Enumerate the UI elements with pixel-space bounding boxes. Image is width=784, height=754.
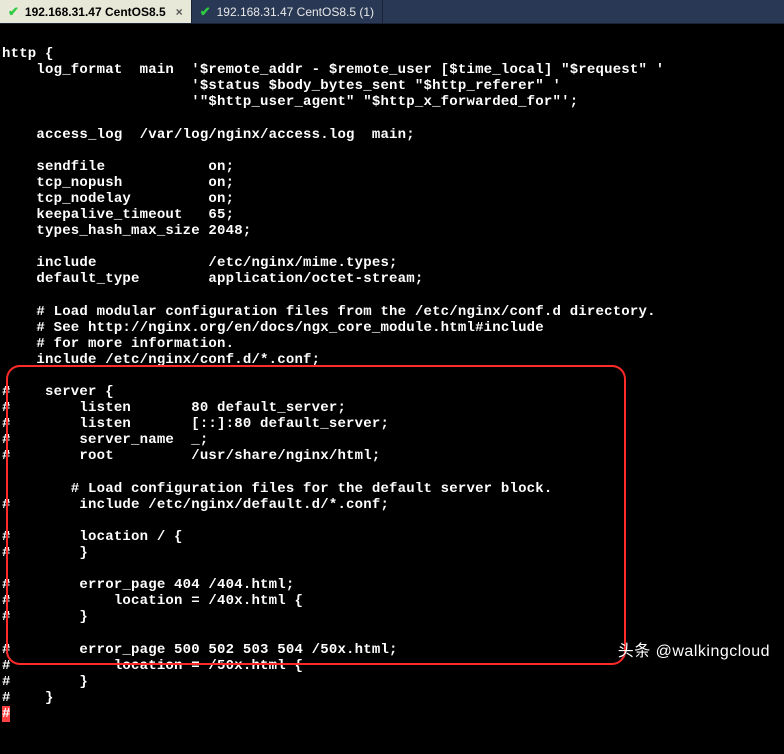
connected-icon: ✔ [8,4,19,20]
terminal-cursor: # [2,706,10,722]
terminal-tab-1[interactable]: ✔ 192.168.31.47 CentOS8.5 × [0,0,192,23]
watermark-text: 头条 @walkingcloud [618,643,770,661]
terminal-tab-2[interactable]: ✔ 192.168.31.47 CentOS8.5 (1) [192,0,383,23]
watermark: 头条 @walkingcloud [618,643,770,661]
tab-label: 192.168.31.47 CentOS8.5 (1) [217,5,374,19]
terminal-output[interactable]: http { log_format main '$remote_addr - $… [0,24,784,673]
connected-icon: ✔ [200,4,211,20]
tab-bar: ✔ 192.168.31.47 CentOS8.5 × ✔ 192.168.31… [0,0,784,24]
close-icon[interactable]: × [176,5,183,19]
terminal-text: http { log_format main '$remote_addr - $… [2,46,664,706]
tab-label: 192.168.31.47 CentOS8.5 [25,5,166,19]
